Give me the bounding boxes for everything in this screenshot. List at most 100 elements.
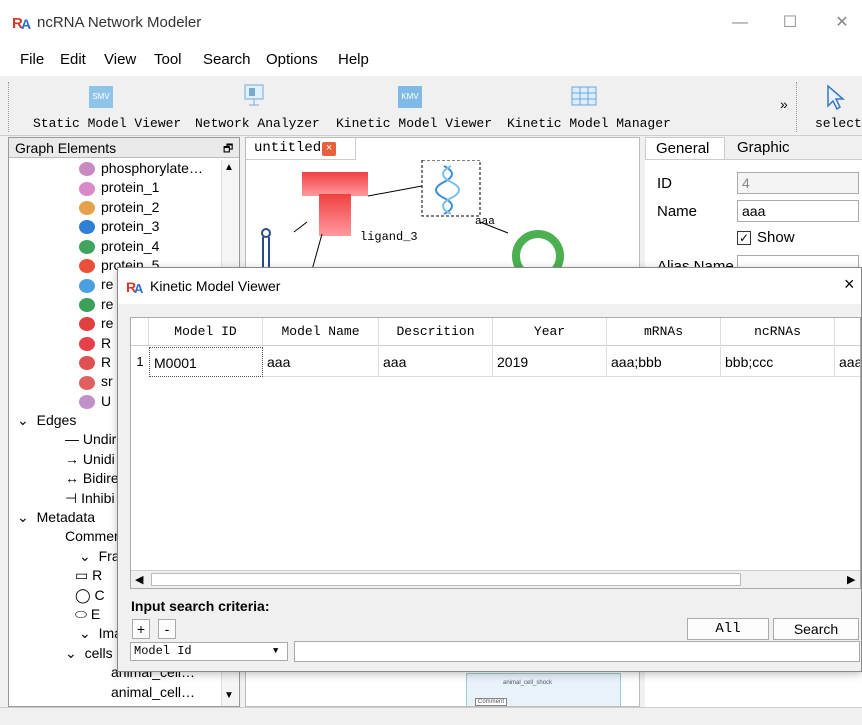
search-button[interactable]: Search [773,618,859,640]
row-index-header [131,318,149,346]
row-index: 1 [136,354,144,369]
edge-3[interactable] [311,233,323,271]
tree-item-label: ↔ Bidire [65,470,119,487]
tree-item[interactable]: protein_1 [9,179,239,198]
toolbar-grip[interactable] [8,82,10,132]
chevron-down-icon[interactable]: ⌄ [65,645,81,661]
protein-3-icon [79,220,95,235]
scroll-up-icon[interactable]: ▲ [224,162,234,173]
menu-options[interactable]: Options [266,51,318,68]
minimize-button[interactable]: — [720,10,760,36]
all-button[interactable]: All [687,618,769,640]
close-window-button[interactable]: ✕ [822,10,862,36]
models-table: Model ID Model Name Descrition Year mRNAs ncR… [130,317,861,589]
tree-item[interactable]: protein_4 [9,237,239,257]
select-pointer-icon[interactable] [825,84,847,110]
minimap-note: animal_cell_shock [503,680,553,686]
tab-untitled[interactable]: untitled × [246,138,356,160]
network-analyzer-button[interactable]: Network Analyzer [195,116,320,131]
chevron-down-icon[interactable]: ⌄ [79,625,95,641]
tree-item-label: protein_3 [101,218,160,235]
table-cell[interactable]: aaa [379,347,493,377]
maximize-button[interactable]: ☐ [770,10,810,36]
hairpin-node[interactable] [261,228,271,268]
menu-file[interactable]: File [20,51,44,68]
kmv-icon[interactable]: KMV [398,86,422,108]
toolbar-overflow-icon[interactable]: » [780,96,788,112]
tree-item-label: ◯ C [75,586,105,603]
select-button[interactable]: select [815,116,862,131]
scroll-down-icon[interactable]: ▼ [224,690,234,701]
receptor-2-icon [79,298,95,313]
table-cell[interactable]: aaa;bbb [607,347,721,377]
field-select[interactable]: Model Id ▼ [130,642,288,661]
network-analyzer-icon[interactable] [243,83,267,107]
tree-item-label: re [101,295,114,312]
chevron-down-icon[interactable]: ⌄ [17,509,33,525]
menu-search[interactable]: Search [203,51,251,68]
scroll-left-icon[interactable]: ◀ [135,573,143,586]
r-icon [79,336,95,351]
kinetic-model-viewer-button[interactable]: Kinetic Model Viewer [336,116,492,131]
tree-item[interactable]: animal_cell… [9,684,239,703]
add-criteria-button[interactable]: + [132,619,150,639]
kinetic-model-manager-icon[interactable] [570,83,598,107]
table-cell[interactable]: M0001 [149,347,263,377]
scroll-thumb[interactable] [151,573,741,586]
id-field: 4 [737,172,859,194]
show-checkbox[interactable]: ✓ [737,231,751,245]
menu-help[interactable]: Help [338,51,369,68]
table-cell[interactable]: 2019 [493,347,607,377]
protein-2-icon [79,201,95,216]
edge-2[interactable] [293,221,308,233]
column-header[interactable]: Model ID [149,318,263,346]
tree-item[interactable]: protein_2 [9,199,239,218]
scroll-right-icon[interactable]: ▶ [847,573,855,586]
search-value-input[interactable] [294,641,860,662]
tree-item-label: Edges [36,412,77,429]
tab-graphic[interactable]: Graphic [727,137,805,159]
table-cell[interactable]: aaa [835,347,860,377]
chevron-down-icon[interactable]: ⌄ [17,412,33,428]
edge-1[interactable] [367,185,423,197]
smv-icon[interactable]: SMV [89,86,113,108]
static-model-viewer-button[interactable]: Static Model Viewer [33,116,181,131]
chevron-down-icon[interactable]: ⌄ [79,548,95,564]
kinetic-model-manager-button[interactable]: Kinetic Model Manager [507,116,671,131]
tree-item-label: U [101,392,112,409]
column-header[interactable]: mRNAs [607,318,721,346]
ligand-label: ligand_3 [360,230,418,244]
ligand-node[interactable] [302,172,368,236]
tree-item-label: protein_4 [101,237,160,254]
table-cell[interactable]: bbb;ccc [721,347,835,377]
tree-item-label: Metadata [36,509,95,526]
column-header[interactable]: Year [493,318,607,346]
column-header[interactable]: ncRNAs [721,318,835,346]
tree-item-label: — Undir [65,431,117,448]
menu-tool[interactable]: Tool [154,51,182,68]
tree-item[interactable]: phosphorylate… [9,160,239,179]
menu-view[interactable]: View [104,51,136,68]
tab-general[interactable]: General [645,137,725,159]
toolbar-separator [796,82,797,132]
dialog-logo-icon: R A [126,279,144,296]
column-header[interactable]: Descrition [379,318,493,346]
tree-item[interactable]: protein_3 [9,218,239,237]
status-bar [0,707,862,725]
svg-text:A: A [134,281,144,296]
dialog-close-button[interactable]: × [844,274,855,295]
table-cell[interactable]: aaa [263,347,379,377]
remove-criteria-button[interactable]: - [158,619,176,639]
dock-float-icon[interactable]: 🗗 [223,140,233,159]
column-header[interactable]: Model Name [263,318,379,346]
chevron-down-icon[interactable]: ▼ [273,643,278,660]
show-label: Show [757,229,795,246]
tree-item-label: ⬭ E [75,605,101,622]
column-header[interactable] [835,318,860,346]
close-tab-icon[interactable]: × [322,142,336,156]
name-field[interactable]: aaa [737,200,859,222]
minimap-preview[interactable]: animal_cell_shock Comment [466,673,621,706]
tree-item-label: R [101,353,112,370]
menu-edit[interactable]: Edit [60,51,86,68]
table-h-scrollbar[interactable]: ◀ ▶ [131,570,860,588]
